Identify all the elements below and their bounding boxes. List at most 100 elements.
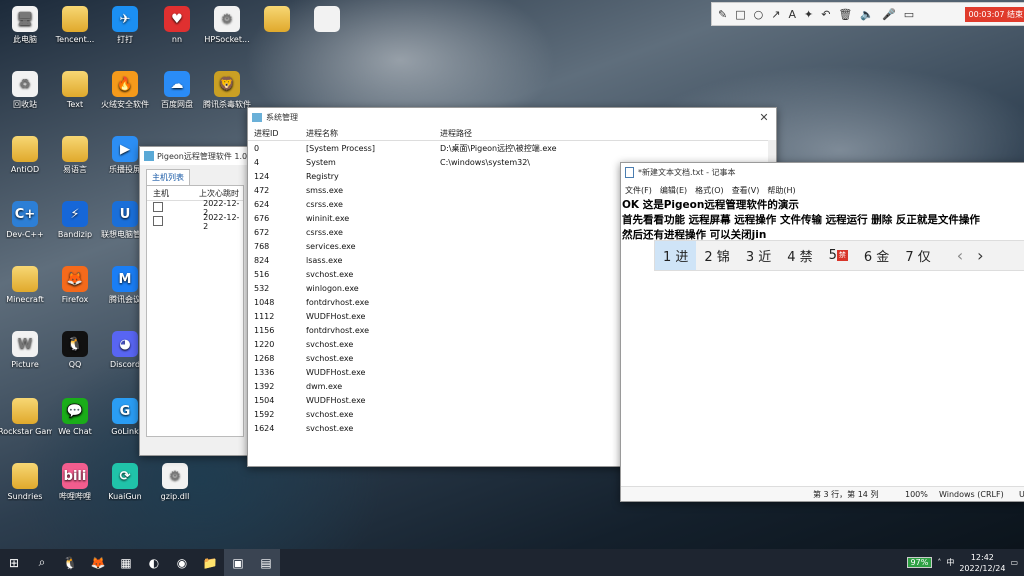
taskbar-app-icon[interactable]: 📁 [196, 549, 224, 576]
desktop-icon[interactable]: 💬 We Chat [48, 398, 102, 436]
desktop-icon[interactable]: Tencent... [48, 6, 102, 44]
col-heartbeat[interactable]: 上次心跳时 [199, 188, 239, 199]
row-checkbox[interactable] [153, 216, 163, 226]
recorder-tool-icon[interactable]: ↶ [821, 8, 830, 21]
name-cell: svchost.exe [306, 423, 354, 433]
chevron-up-icon[interactable]: ˄ [937, 558, 941, 567]
recorder-tool-icon[interactable]: ✦ [804, 8, 813, 21]
desktop-icon[interactable]: 易语言 [48, 136, 102, 174]
row-checkbox[interactable] [153, 202, 163, 212]
name-cell: WUDFHost.exe [306, 311, 366, 321]
desktop-icon[interactable]: 🦊 Firefox [48, 266, 102, 304]
desktop-icon[interactable]: 🐧 QQ [48, 331, 102, 369]
pid-cell: 1268 [254, 353, 275, 363]
pid-cell: 1592 [254, 409, 275, 419]
desktop-icon[interactable]: 🔥 火绒安全软件 [98, 71, 152, 109]
desktop-icon[interactable]: 🦁 腾讯杀毒软件 [200, 71, 254, 109]
ime-candidate[interactable]: 2 锦 [696, 241, 737, 270]
recorder-tool-icon[interactable]: ↗ [771, 8, 780, 21]
battery-indicator[interactable]: 97% [906, 557, 933, 568]
ime-prev-icon[interactable]: ‹ [957, 246, 963, 265]
ime-candidate[interactable]: 7 仅 [897, 241, 938, 270]
desktop-icon[interactable]: ✈ 打打 [98, 6, 152, 44]
ime-next-icon[interactable]: › [977, 246, 983, 265]
clock[interactable]: 12:42 2022/12/24 [959, 552, 1005, 574]
search-icon[interactable]: ⌕ [28, 549, 56, 576]
desktop-icon[interactable]: Sundries [0, 463, 52, 501]
menu-edit[interactable]: 编辑(E) [660, 185, 687, 196]
pid-cell: 624 [254, 199, 270, 209]
desktop-icon[interactable]: ⚙ gzip.dll [148, 463, 202, 501]
app-icon: ☁ [164, 71, 190, 97]
recorder-time[interactable]: 00:03:07 结束 [964, 6, 1024, 22]
desktop-icon[interactable]: W Picture [0, 331, 52, 369]
pid-cell: 1220 [254, 339, 275, 349]
desktop-icon[interactable]: 🖥 此电脑 [0, 6, 52, 44]
taskbar-app-icon[interactable]: ▦ [112, 549, 140, 576]
notification-icon[interactable]: ▭ [1010, 558, 1018, 567]
recorder-media-icon[interactable]: 🔈 [860, 8, 874, 21]
recorder-tool-icon[interactable]: □ [735, 8, 745, 21]
desktop-icon[interactable]: ⟳ KuaiGun [98, 463, 152, 501]
menu-file[interactable]: 文件(F) [625, 185, 652, 196]
desktop-icon[interactable] [300, 6, 354, 35]
desktop-icon[interactable]: AntiOD [0, 136, 52, 174]
desktop-icon[interactable]: Minecraft [0, 266, 52, 304]
app-icon: ▶ [112, 136, 138, 162]
menu-format[interactable]: 格式(O) [695, 185, 724, 196]
table-row[interactable]: 2022-12-2 [147, 213, 243, 231]
ime-candidate[interactable]: 3 近 [738, 241, 779, 270]
close-button[interactable]: ✕ [752, 111, 776, 124]
desktop-icon[interactable]: ♻ 回收站 [0, 71, 52, 109]
desktop-icon[interactable]: C+ Dev-C++ [0, 201, 52, 239]
recorder-media-icon[interactable]: 🎤 [882, 8, 896, 21]
recorder-tool-icon[interactable]: A [788, 8, 796, 21]
host-table: 主机 上次心跳时 2022-12-2 2022-12-2 [146, 185, 244, 437]
desktop-icon[interactable]: ☁ 百度网盘 [150, 71, 204, 109]
desktop-icon[interactable]: bili 哔哩哔哩 [48, 463, 102, 501]
taskbar-app-icon[interactable]: 🦊 [84, 549, 112, 576]
app-icon: bili [62, 463, 88, 489]
desktop-icon[interactable] [250, 6, 304, 35]
encoding: U [1019, 489, 1024, 499]
ime-candidate[interactable]: 6 金 [856, 241, 897, 270]
app-icon: ⚙ [214, 6, 240, 32]
taskbar-app-icon[interactable]: ◐ [140, 549, 168, 576]
desktop-icon[interactable]: ♥ nn [150, 6, 204, 44]
col-path[interactable]: 进程路径 [440, 128, 776, 139]
notepad-window: *新建文本文档.txt - 记事本 文件(F) 编辑(E) 格式(O) 查看(V… [620, 162, 1024, 502]
col-pid[interactable]: 进程ID [248, 128, 306, 139]
table-row[interactable]: 0 [System Process] D:\桌面\Pigeon远控\被控端.exe [248, 141, 776, 155]
pid-cell: 824 [254, 255, 270, 265]
recorder-media-icon[interactable]: ▭ [904, 8, 914, 21]
pid-cell: 676 [254, 213, 270, 223]
name-cell: services.exe [306, 241, 356, 251]
col-host[interactable]: 主机 [147, 188, 199, 199]
taskbar-app-icon[interactable]: 🐧 [56, 549, 84, 576]
ime-candidate[interactable]: 4 禁 [779, 241, 820, 270]
start-icon[interactable]: ⊞ [0, 549, 28, 576]
desktop-icon-label: HPSocket... [204, 35, 250, 44]
taskbar-app-icon[interactable]: ▣ [224, 549, 252, 576]
recorder-tool-icon[interactable]: ✎ [718, 8, 727, 21]
desktop-icon[interactable]: Text [48, 71, 102, 109]
menu-view[interactable]: 查看(V) [732, 185, 760, 196]
ime-candidate[interactable]: 1 进 [655, 241, 697, 270]
pid-cell: 1392 [254, 381, 275, 391]
tab-host-list[interactable]: 主机列表 [146, 169, 190, 185]
recorder-tool-icon[interactable]: ○ [754, 8, 764, 21]
taskbar-app-icon[interactable]: ◉ [168, 549, 196, 576]
desktop-icon[interactable]: Rockstar Games [0, 398, 52, 436]
taskbar-app-icon[interactable]: ▤ [252, 549, 280, 576]
ime-indicator[interactable]: 中 [946, 557, 954, 568]
ime-candidate[interactable]: 5 禁 [821, 241, 856, 270]
recorder-tool-icon[interactable]: 🗑 [838, 8, 852, 21]
desktop-icon[interactable]: ⚡ Bandizip [48, 201, 102, 239]
notepad-icon [625, 166, 634, 178]
col-name[interactable]: 进程名称 [306, 128, 440, 139]
desktop-icon[interactable]: ⚙ HPSocket... [200, 6, 254, 44]
app-icon [12, 463, 38, 489]
menu-help[interactable]: 帮助(H) [767, 185, 795, 196]
app-icon [62, 136, 88, 162]
name-cell: dwm.exe [306, 381, 343, 391]
